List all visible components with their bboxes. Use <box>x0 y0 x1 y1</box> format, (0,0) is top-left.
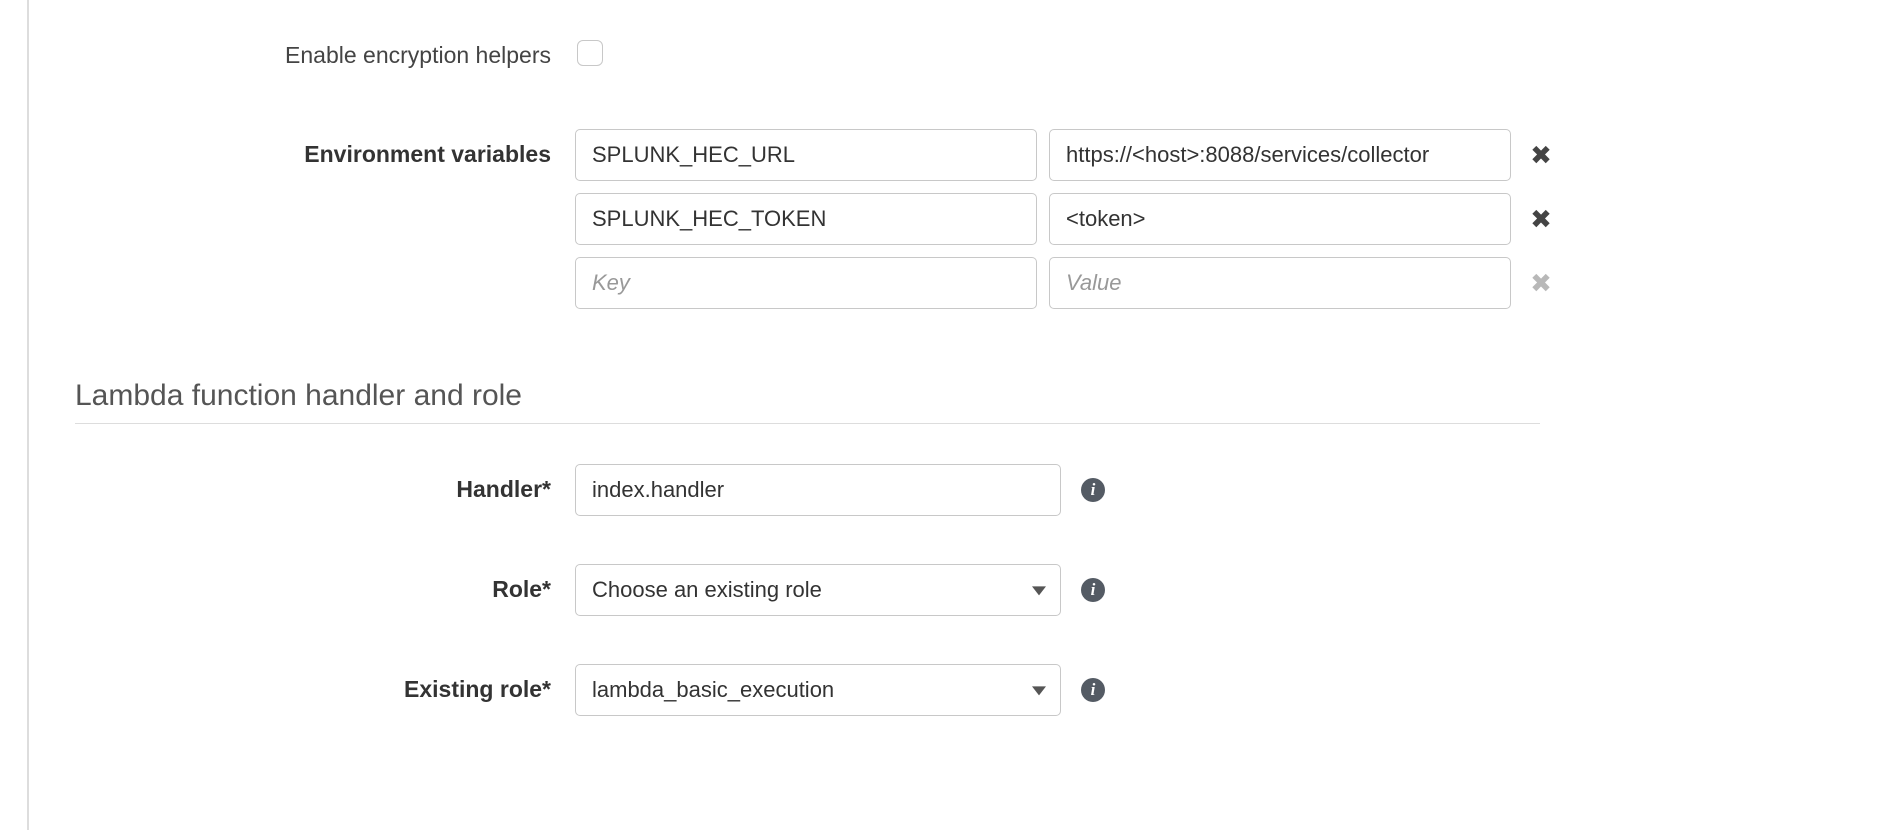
handler-label: Handler* <box>75 464 575 503</box>
role-row: Role* Choose an existing role i <box>75 564 1896 616</box>
chevron-down-icon <box>1032 686 1046 695</box>
encryption-label: Enable encryption helpers <box>75 30 575 69</box>
env-rows: ✖ ✖ ✖ <box>575 129 1559 309</box>
left-rule <box>27 0 29 830</box>
env-row-1: ✖ <box>575 193 1559 245</box>
section-heading: Lambda function handler and role <box>75 379 1896 413</box>
existing-role-select[interactable]: lambda_basic_execution <box>575 664 1061 716</box>
encryption-checkbox[interactable] <box>577 40 603 66</box>
env-row-0: ✖ <box>575 129 1559 181</box>
env-value-input[interactable] <box>1049 129 1511 181</box>
remove-icon[interactable]: ✖ <box>1523 206 1559 232</box>
role-label: Role* <box>75 564 575 603</box>
info-icon[interactable]: i <box>1081 478 1105 502</box>
env-value-input[interactable] <box>1049 193 1511 245</box>
section-rule <box>75 423 1540 424</box>
encryption-row: Enable encryption helpers <box>75 30 1896 69</box>
role-select[interactable]: Choose an existing role <box>575 564 1061 616</box>
env-key-input[interactable] <box>575 129 1037 181</box>
chevron-down-icon <box>1032 586 1046 595</box>
info-icon[interactable]: i <box>1081 578 1105 602</box>
remove-icon[interactable]: ✖ <box>1523 142 1559 168</box>
env-key-input[interactable] <box>575 193 1037 245</box>
env-row-blank: ✖ <box>575 257 1559 309</box>
info-icon[interactable]: i <box>1081 678 1105 702</box>
existing-role-row: Existing role* lambda_basic_execution i <box>75 664 1896 716</box>
existing-role-label: Existing role* <box>75 664 575 703</box>
remove-icon-disabled: ✖ <box>1523 270 1559 296</box>
handler-row: Handler* i <box>75 464 1896 516</box>
env-vars-row: Environment variables ✖ ✖ ✖ <box>75 129 1896 309</box>
role-select-value: Choose an existing role <box>592 577 822 603</box>
handler-input[interactable] <box>575 464 1061 516</box>
env-vars-label: Environment variables <box>75 129 575 168</box>
env-key-input-blank[interactable] <box>575 257 1037 309</box>
existing-role-select-value: lambda_basic_execution <box>592 677 834 703</box>
env-value-input-blank[interactable] <box>1049 257 1511 309</box>
